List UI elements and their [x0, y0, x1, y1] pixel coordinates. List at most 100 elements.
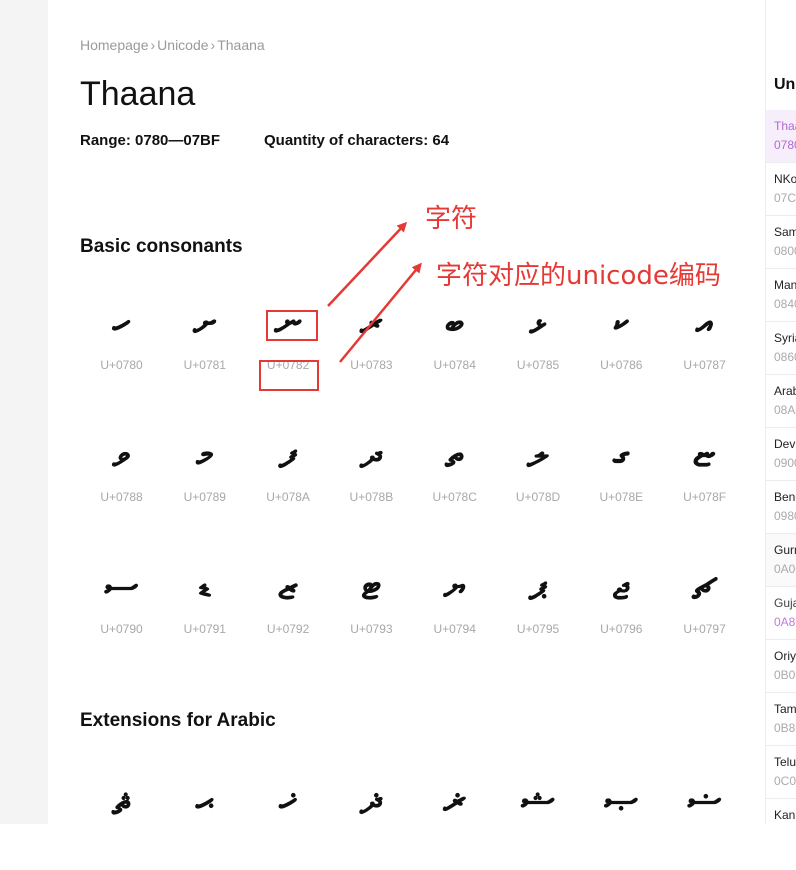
char-cell[interactable]: މ U+0789 [163, 424, 246, 524]
char-cell[interactable]: ޖ U+0796 [580, 556, 663, 656]
char-cell[interactable]: ދ U+078B [330, 424, 413, 524]
main-content: Homepage › Unicode › Thaana Thaana Range: 07… [48, 0, 765, 824]
char-code: U+0787 [683, 358, 726, 372]
char-glyph: ޜ [443, 778, 467, 822]
char-cell[interactable]: ޗ U+0797 [663, 556, 746, 656]
breadcrumb-separator: › [210, 37, 216, 53]
sidebar-item[interactable]: Beng 0980 [766, 481, 796, 534]
sidebar-item[interactable]: Gurm 0A00 [766, 534, 796, 587]
char-code: U+0797 [683, 622, 726, 636]
char-code: U+0780 [100, 358, 143, 372]
breadcrumb: Homepage › Unicode › Thaana [80, 37, 265, 53]
sidebar-item[interactable]: Kanr [766, 799, 796, 824]
char-cell[interactable]: ޞ [580, 770, 663, 870]
char-glyph: ބ [445, 300, 464, 344]
char-glyph: ޏ [693, 432, 716, 476]
char-glyph: އ [695, 300, 714, 344]
sidebar-item[interactable]: Telu 0C00 [766, 746, 796, 799]
annotation-unicode-label: 字符对应的unicode编码 [436, 261, 721, 291]
sidebar-item-range: 0C00 [774, 774, 796, 788]
char-glyph: ޙ [195, 778, 214, 822]
char-cell[interactable]: ބ U+0784 [413, 292, 496, 392]
char-cell[interactable]: ވ U+0788 [80, 424, 163, 524]
sidebar-item[interactable]: Tam 0B80 [766, 693, 796, 746]
sidebar-item-name: Sam [774, 225, 796, 239]
sidebar-item-range: 0800 [774, 244, 796, 258]
char-cell[interactable]: ޙ [163, 770, 246, 870]
sidebar-item[interactable]: Sam 0800 [766, 216, 796, 269]
sidebar-item[interactable]: Man 0840 [766, 269, 796, 322]
char-glyph: ޓ [361, 564, 382, 608]
sidebar-item-range: 0860 [774, 350, 796, 364]
breadcrumb-current: Thaana [217, 37, 265, 53]
char-cell[interactable]: ޚ [247, 770, 330, 870]
char-code: U+0788 [100, 490, 143, 504]
char-cell[interactable]: ޛ [330, 770, 413, 870]
char-cell[interactable]: ޟ [663, 770, 746, 870]
sidebar-item-range: 0980 [774, 509, 796, 523]
char-glyph: ސ [104, 564, 139, 608]
char-code: U+078F [683, 490, 727, 504]
char-glyph: ޘ [111, 778, 131, 822]
char-cell[interactable]: ޏ U+078F [663, 424, 746, 524]
sidebar-item-range: 0900 [774, 456, 796, 470]
char-code: U+0795 [516, 622, 560, 636]
char-code: U+078A [266, 490, 310, 504]
char-code: U+0781 [183, 358, 226, 372]
char-cell[interactable]: ލ U+078D [497, 424, 580, 524]
char-cell[interactable]: ސ U+0790 [80, 556, 163, 656]
char-cell[interactable]: ތ U+078C [413, 424, 496, 524]
char-cell[interactable]: ޘ [80, 770, 163, 870]
char-cell[interactable]: ޅ U+0785 [497, 292, 580, 392]
char-glyph: ޞ [604, 778, 639, 822]
char-code: U+0789 [183, 490, 226, 504]
quantity-info: Quantity of characters: 64 [264, 132, 450, 149]
sidebar-title: Uni [774, 76, 796, 93]
sidebar-item-range: 0B00 [774, 668, 796, 682]
char-glyph: ޟ [687, 778, 722, 822]
char-cell[interactable]: ހ U+0780 [80, 292, 163, 392]
char-cell[interactable]: ރ U+0783 [330, 292, 413, 392]
breadcrumb-unicode-link[interactable]: Unicode [157, 37, 208, 53]
section-title-basic-consonants: Basic consonants [80, 236, 243, 257]
sidebar-item[interactable]: Oriya 0B00 [766, 640, 796, 693]
char-glyph: ދ [359, 432, 383, 476]
sidebar-item-name: Kanr [774, 808, 796, 822]
page-title: Thaana [80, 75, 196, 113]
char-cell[interactable]: އ U+0787 [663, 292, 746, 392]
char-glyph: ތ [445, 432, 465, 476]
char-code: U+0796 [600, 622, 643, 636]
char-cell[interactable]: ކ U+0786 [580, 292, 663, 392]
char-cell[interactable]: ޔ U+0794 [413, 556, 496, 656]
char-glyph: ހ [112, 300, 131, 344]
char-glyph: ޔ [443, 564, 466, 608]
char-cell[interactable]: ފ U+078A [247, 424, 330, 524]
char-code: U+0783 [350, 358, 393, 372]
sidebar-item-range: 0A80 [774, 615, 796, 629]
char-cell[interactable]: ޓ U+0793 [330, 556, 413, 656]
char-cell[interactable]: ޜ [413, 770, 496, 870]
left-gutter [0, 0, 48, 824]
sidebar-item[interactable]: Guja 0A80 [766, 587, 796, 640]
sidebar-item[interactable]: Syria 0860 [766, 322, 796, 375]
char-cell[interactable]: ޑ U+0791 [163, 556, 246, 656]
section-title-extensions-arabic: Extensions for Arabic [80, 710, 276, 731]
sidebar-item-name: Arab [774, 384, 796, 398]
char-cell[interactable]: ޒ U+0792 [247, 556, 330, 656]
breadcrumb-homepage-link[interactable]: Homepage [80, 37, 149, 53]
char-glyph: ށ [193, 300, 217, 344]
sidebar-item-name: NKo [774, 172, 796, 186]
sidebar-item[interactable]: Thaa 0780 [766, 110, 796, 163]
sidebar-item[interactable]: NKo 07C0 [766, 163, 796, 216]
char-cell[interactable]: ގ U+078E [580, 424, 663, 524]
sidebar-item-name: Man [774, 278, 796, 292]
char-cell[interactable]: ޝ [497, 770, 580, 870]
char-glyph: ޝ [521, 778, 555, 822]
sidebar-item-range: 08A0 [774, 403, 796, 417]
char-glyph: ޅ [529, 300, 547, 344]
sidebar-item-name: Thaa [774, 119, 796, 133]
char-cell[interactable]: ށ U+0781 [163, 292, 246, 392]
sidebar-item[interactable]: Arab 08A0 [766, 375, 796, 428]
char-cell[interactable]: ޕ U+0795 [497, 556, 580, 656]
sidebar-item[interactable]: Deva 0900 [766, 428, 796, 481]
